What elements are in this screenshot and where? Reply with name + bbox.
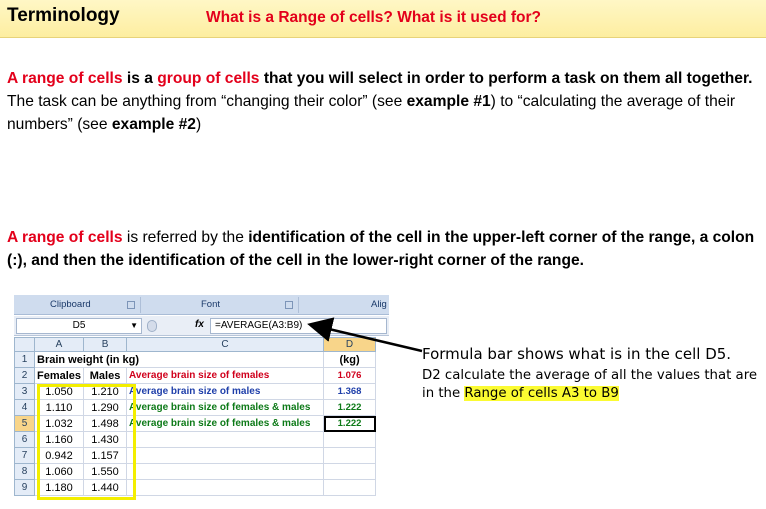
row-header[interactable]: 4 <box>14 399 35 416</box>
cell-d3[interactable]: 1.368 <box>323 383 377 400</box>
column-header-d[interactable]: D <box>323 337 377 352</box>
row-header[interactable]: 9 <box>14 479 35 496</box>
note-d2-explanation: D2 calculate the average of all the valu… <box>422 368 758 401</box>
slide-subtitle: What is a Range of cells? What is it use… <box>206 9 542 26</box>
cell-d9[interactable] <box>323 479 377 496</box>
cell-c6[interactable] <box>126 431 325 448</box>
column-header-a[interactable]: A <box>33 337 85 352</box>
insert-function-icon[interactable]: fx <box>195 319 204 330</box>
formula-bar: D5 ▼ fx =AVERAGE(A3:B9) <box>14 316 389 336</box>
example-2-ref: example #2 <box>111 116 196 133</box>
reference-paragraph: A range of cells is referred by the iden… <box>7 229 755 269</box>
cell-c7[interactable] <box>126 447 325 464</box>
column-header-b[interactable]: B <box>83 337 128 352</box>
formula-bar-handle-icon[interactable] <box>147 320 157 332</box>
table-row: 1 Brain weight (in kg) (kg) <box>14 351 377 368</box>
cell-d8[interactable] <box>323 463 377 480</box>
cell-a2[interactable]: Females <box>33 367 85 384</box>
range-highlight-box <box>37 384 136 500</box>
table-row: 2 Females Males Average brain size of fe… <box>14 367 377 384</box>
select-all-corner[interactable] <box>14 337 35 352</box>
range-highlight-text: Range of cells A3 to B9 <box>464 386 619 401</box>
row-header[interactable]: 6 <box>14 431 35 448</box>
cell-b2[interactable]: Males <box>83 367 128 384</box>
ribbon-font-label: Font <box>201 299 221 310</box>
row-header[interactable]: 2 <box>14 367 35 384</box>
term-group-of-cells: group of cells <box>157 70 260 87</box>
slide-header: Terminology What is a Range of cells? Wh… <box>0 0 766 38</box>
cell-c3[interactable]: Average brain size of males <box>126 383 325 400</box>
cell-d1[interactable]: (kg) <box>323 351 377 368</box>
ribbon-alignment-label: Alig <box>371 299 387 310</box>
column-header-c[interactable]: C <box>126 337 325 352</box>
term-range-of-cells: A range of cells <box>7 70 123 87</box>
cell-c8[interactable] <box>126 463 325 480</box>
font-launcher-icon[interactable] <box>285 301 293 309</box>
formula-input[interactable]: =AVERAGE(A3:B9) <box>210 318 387 334</box>
example-1-ref: example #1 <box>406 93 491 110</box>
cell-d6[interactable] <box>323 431 377 448</box>
cell-c5[interactable]: Average brain size of females & males <box>126 415 325 432</box>
column-headers: A B C D <box>14 337 377 352</box>
cell-c2[interactable]: Average brain size of females <box>126 367 325 384</box>
slide-title: Terminology <box>7 5 120 26</box>
cell-c9[interactable] <box>126 479 325 496</box>
chevron-down-icon[interactable]: ▼ <box>130 319 138 333</box>
ribbon-clipboard-label: Clipboard <box>50 299 91 310</box>
row-header[interactable]: 3 <box>14 383 35 400</box>
cell-d4[interactable]: 1.222 <box>323 399 377 416</box>
name-box[interactable]: D5 ▼ <box>16 318 142 334</box>
row-header[interactable]: 7 <box>14 447 35 464</box>
cell-d2[interactable]: 1.076 <box>323 367 377 384</box>
cell-d7[interactable] <box>323 447 377 464</box>
cell-d5-active[interactable]: 1.222 <box>323 415 377 432</box>
clipboard-launcher-icon[interactable] <box>127 301 135 309</box>
ribbon-groups: Clipboard Font Alig <box>14 295 389 315</box>
note-formula-bar: Formula bar shows what is in the cell D5… <box>422 345 732 363</box>
row-header[interactable]: 8 <box>14 463 35 480</box>
row-header[interactable]: 1 <box>14 351 35 368</box>
cell-c4[interactable]: Average brain size of females & males <box>126 399 325 416</box>
cell-a1[interactable]: Brain weight (in kg) <box>33 351 325 368</box>
definition-paragraph: A range of cells is a group of cells tha… <box>7 70 753 133</box>
row-header[interactable]: 5 <box>14 415 35 432</box>
term-range-of-cells-2: A range of cells <box>7 229 123 246</box>
